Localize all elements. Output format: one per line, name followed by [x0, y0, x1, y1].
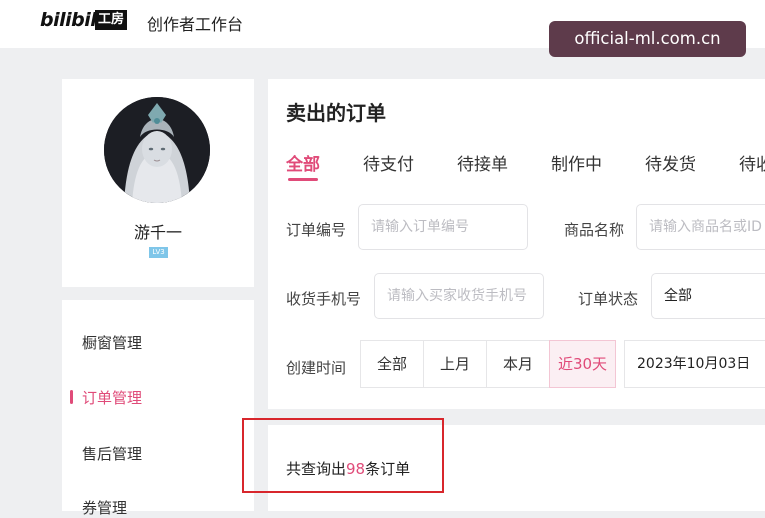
- sidebar-item-orders[interactable]: 订单管理: [82, 387, 142, 408]
- tab-pending-payment[interactable]: 待支付: [363, 150, 414, 175]
- tab-pending-accept[interactable]: 待接单: [457, 150, 508, 175]
- date-option-last-month[interactable]: 上月: [423, 340, 487, 388]
- sidebar-menu: 橱窗管理 订单管理 售后管理 券管理: [62, 300, 254, 517]
- sidebar-item-after-sales[interactable]: 售后管理: [82, 443, 142, 464]
- bilibili-logo[interactable]: bilibili: [40, 9, 103, 31]
- avatar[interactable]: [104, 97, 210, 203]
- order-status-label: 订单状态: [578, 290, 639, 308]
- level-badge: LV3: [149, 247, 168, 258]
- avatar-portrait-icon: [104, 97, 210, 203]
- page-title: 卖出的订单: [286, 101, 386, 125]
- order-status-value: 全部: [664, 288, 692, 304]
- orders-panel: 卖出的订单 全部 待支付 待接单 制作中 待发货 待收 订单编号 请输入订单编号…: [268, 79, 765, 409]
- highlight-annotation-box: [242, 418, 444, 493]
- tab-in-production[interactable]: 制作中: [551, 150, 602, 175]
- tab-pending-receipt[interactable]: 待收: [739, 150, 765, 175]
- sidebar-item-showcase[interactable]: 橱窗管理: [82, 332, 142, 353]
- username: 游千一: [133, 223, 182, 242]
- watermark-banner: official-ml.com.cn: [549, 21, 746, 57]
- date-option-all[interactable]: 全部: [360, 340, 424, 388]
- tab-pending-shipment[interactable]: 待发货: [645, 150, 696, 175]
- order-status-select[interactable]: 全部: [651, 273, 765, 319]
- order-number-input[interactable]: 请输入订单编号: [358, 204, 528, 250]
- order-number-label: 订单编号: [286, 221, 347, 239]
- active-tab-underline: [288, 178, 318, 181]
- date-option-last-30-days[interactable]: 近30天: [549, 340, 616, 388]
- tab-all[interactable]: 全部: [286, 150, 320, 175]
- profile-card: 游千一 LV3: [62, 79, 254, 287]
- product-name-input[interactable]: 请输入商品名或ID: [636, 204, 765, 250]
- app-title: 创作者工作台: [147, 15, 244, 34]
- workshop-logo-badge: 工房: [95, 10, 128, 30]
- phone-label: 收货手机号: [286, 290, 362, 308]
- date-range-start[interactable]: 2023年10月03日: [624, 340, 765, 388]
- product-name-label: 商品名称: [564, 221, 625, 239]
- date-option-this-month[interactable]: 本月: [486, 340, 550, 388]
- phone-input[interactable]: 请输入买家收货手机号: [374, 273, 544, 319]
- created-time-label: 创建时间: [286, 359, 347, 377]
- sidebar-item-coupons[interactable]: 券管理: [82, 497, 127, 518]
- active-indicator: [70, 390, 73, 404]
